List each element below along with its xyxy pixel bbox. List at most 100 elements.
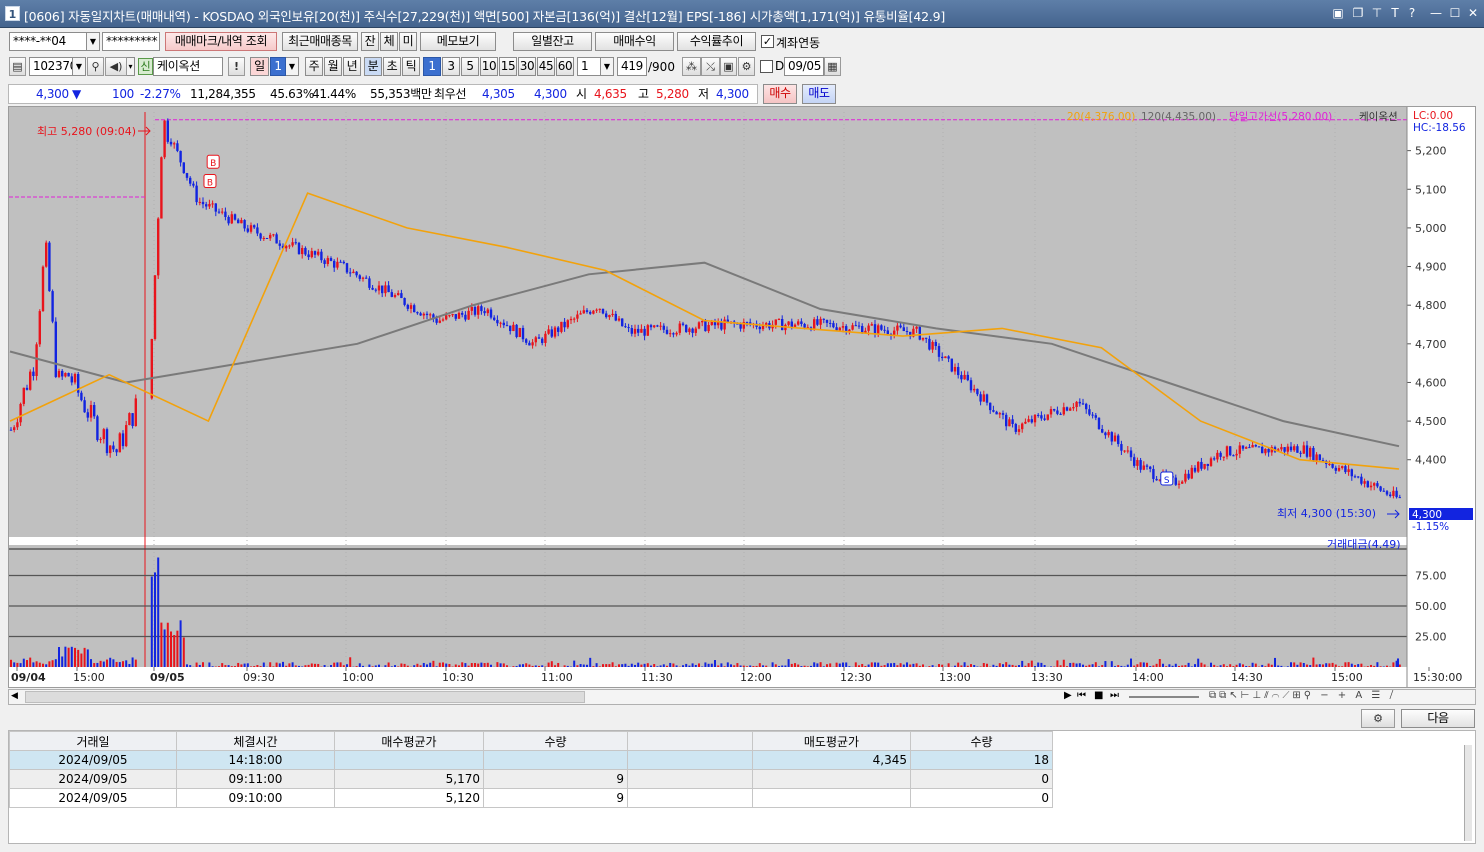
candle-body <box>38 311 41 345</box>
col-buy-avg[interactable]: 매수평균가 <box>334 731 484 751</box>
text-icon[interactable]: T <box>1387 5 1403 21</box>
interval-15[interactable]: 15 <box>499 57 517 76</box>
tab-month[interactable]: 월 <box>324 57 342 76</box>
code-dropdown-icon[interactable]: ▼ <box>73 57 86 76</box>
execution-button[interactable]: 체 <box>380 32 398 51</box>
volume-bar <box>528 664 531 667</box>
close-icon[interactable]: ✕ <box>1465 5 1481 21</box>
count-field[interactable]: 1 <box>577 57 601 76</box>
table-row[interactable]: 2024/09/05 14:18:00 4,345 18 <box>9 750 1053 770</box>
tab-second[interactable]: 초 <box>383 57 401 76</box>
trade-mark-button[interactable]: 매매마크/내역 조회 <box>165 32 277 51</box>
account-dropdown-icon[interactable]: ▼ <box>87 32 100 51</box>
search-icon[interactable]: ⚲ <box>87 57 104 76</box>
rewind-icon[interactable]: ⏮ <box>1077 690 1086 701</box>
col-date[interactable]: 거래일 <box>9 731 177 751</box>
stop-icon[interactable]: ■ <box>1094 690 1103 701</box>
volume-bar <box>1094 662 1097 667</box>
trade-profit-button[interactable]: 매매수익 <box>595 32 674 51</box>
volume-bar <box>688 665 691 667</box>
interval-30[interactable]: 30 <box>518 57 536 76</box>
scroll-left-icon[interactable]: ◀ <box>11 691 18 701</box>
volume-bar <box>1338 666 1340 667</box>
pending-button[interactable]: 미 <box>399 32 417 51</box>
table-row[interactable]: 2024/09/05 09:11:00 5,170 9 0 <box>9 769 1053 789</box>
date-field[interactable]: 09/05 <box>784 57 824 76</box>
next-button[interactable]: 다음 <box>1401 709 1475 728</box>
time-tick-label: 12:00 <box>740 671 772 684</box>
table-settings-icon[interactable]: ⚙ <box>1361 709 1395 728</box>
d-checkbox[interactable] <box>760 60 773 73</box>
daily-balance-button[interactable]: 일별잔고 <box>513 32 592 51</box>
col-buy-qty[interactable]: 수량 <box>483 731 628 751</box>
col-sell-qty[interactable]: 수량 <box>910 731 1053 751</box>
count-dropdown-icon[interactable]: ▼ <box>601 57 614 76</box>
chart-svg[interactable]: 5,200 5,100 5,000 4,900 4,800 4,700 4,600 4,500… <box>9 107 1475 687</box>
stock-code-field[interactable]: 102370 <box>29 57 73 76</box>
candle-body <box>669 333 672 335</box>
minimize-icon[interactable]: — <box>1428 5 1444 21</box>
interval-10[interactable]: 10 <box>480 57 498 76</box>
volume-bar <box>86 649 89 667</box>
candle-body <box>918 326 921 340</box>
forward-icon[interactable]: ⏭ <box>1110 690 1119 701</box>
candle-body <box>787 321 790 325</box>
chart-area[interactable]: 5,200 5,100 5,000 4,900 4,800 4,700 4,600 4,500… <box>8 106 1476 688</box>
pin-icon[interactable]: ⊤ <box>1369 5 1385 21</box>
volume-bar <box>483 663 486 667</box>
volume-bar <box>518 664 521 667</box>
volume-tick-label: 75.00 <box>1415 570 1447 583</box>
tab-minute[interactable]: 분 <box>364 57 382 76</box>
candle-body <box>781 318 784 331</box>
account-link-checkbox[interactable]: ✓ <box>761 35 774 48</box>
restore-icon[interactable]: ▣ <box>1330 5 1346 21</box>
volume-bar <box>186 664 188 667</box>
scroll-right-icon[interactable]: ▶ <box>1064 690 1072 701</box>
chart-scrollbar[interactable]: ◀ ▶ ⏮ ■ ⏭ ⧉⧉↖⊢⊥⫽⌒⟋⊞⚲ − + A ☰ ⧸ <box>8 689 1476 705</box>
account-field[interactable]: ****-**04 <box>9 32 87 51</box>
gear-icon[interactable]: ⚙ <box>738 57 755 76</box>
table-row[interactable]: 2024/09/05 09:10:00 5,120 9 0 <box>9 788 1053 808</box>
candle-body <box>877 325 880 334</box>
zoom-slider[interactable] <box>1129 696 1199 698</box>
layout-icon[interactable]: ▤ <box>9 57 26 76</box>
table-scrollbar[interactable] <box>1464 745 1472 841</box>
tab-week[interactable]: 주 <box>305 57 323 76</box>
balance-button[interactable]: 잔 <box>361 32 379 51</box>
chart-type-icon[interactable]: ⁂ <box>682 57 701 76</box>
tab-year[interactable]: 년 <box>343 57 361 76</box>
maximize-icon[interactable]: ☐ <box>1447 5 1463 21</box>
interval-5[interactable]: 5 <box>461 57 479 76</box>
password-field[interactable]: ********* <box>102 32 160 51</box>
interval-3[interactable]: 3 <box>442 57 460 76</box>
period-dropdown-icon[interactable]: ▼ <box>286 57 299 76</box>
recent-trades-button[interactable]: 최근매매종목 <box>282 32 358 51</box>
scroll-thumb[interactable] <box>25 691 585 703</box>
stock-name-field[interactable]: 케이옥션 <box>153 57 223 76</box>
period-value[interactable]: 1 <box>270 57 286 76</box>
crosshair-icon[interactable]: ⤯ <box>701 57 720 76</box>
buy-button[interactable]: 매수 <box>763 84 797 104</box>
interval-45[interactable]: 45 <box>537 57 555 76</box>
memo-button[interactable]: 메모보기 <box>420 32 496 51</box>
volume-bar <box>803 665 806 667</box>
speaker-icon[interactable]: ◀) <box>105 57 127 76</box>
range-field[interactable]: 419 <box>617 57 647 76</box>
window-icon[interactable]: ❐ <box>1350 5 1366 21</box>
col-time[interactable]: 체결시간 <box>176 731 335 751</box>
col-empty[interactable] <box>627 731 753 751</box>
col-sell-avg[interactable]: 매도평균가 <box>752 731 911 751</box>
period-day-button[interactable]: 일 <box>250 57 269 76</box>
save-icon[interactable]: ▣ <box>720 57 737 76</box>
help-icon[interactable]: ? <box>1404 5 1420 21</box>
alert-icon[interactable]: ! <box>228 57 245 76</box>
speaker-dropdown-icon[interactable]: ▾ <box>127 57 135 76</box>
interval-60[interactable]: 60 <box>556 57 574 76</box>
chart-tools-icon[interactable]: ⧉⧉↖⊢⊥⫽⌒⟋⊞⚲ − + A ☰ ⧸ <box>1209 690 1396 701</box>
sell-button[interactable]: 매도 <box>802 84 836 104</box>
calendar-icon[interactable]: ▦ <box>824 57 841 76</box>
return-trend-button[interactable]: 수익률추이 <box>677 32 756 51</box>
tab-tick[interactable]: 틱 <box>402 57 420 76</box>
candle-body <box>1235 453 1238 456</box>
interval-1[interactable]: 1 <box>423 57 441 76</box>
